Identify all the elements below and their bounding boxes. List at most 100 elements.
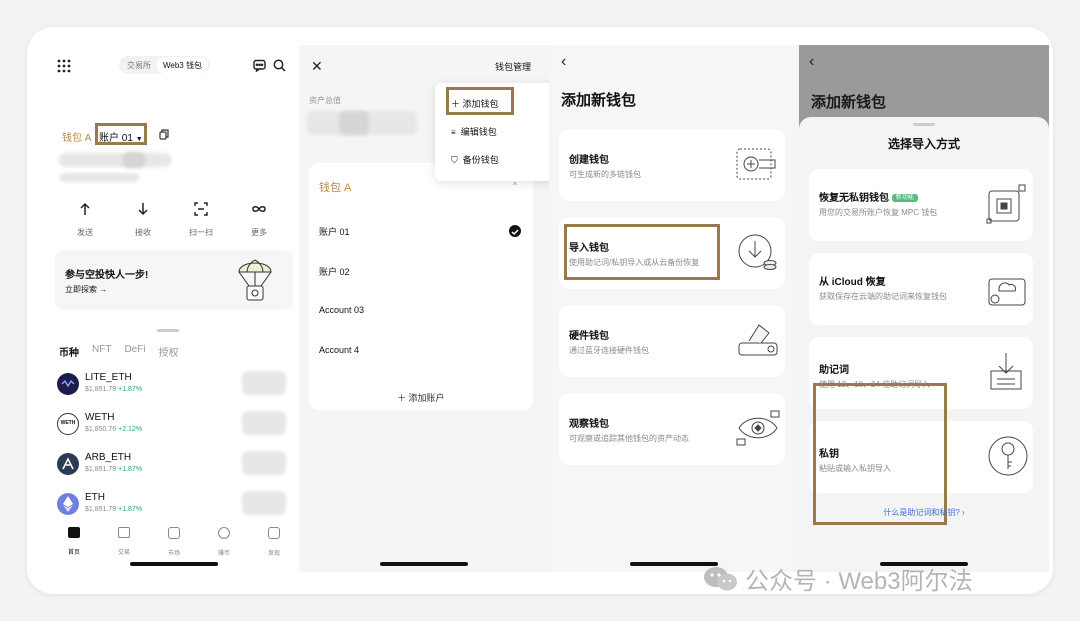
account-row-2[interactable]: 账户 02 [319,265,350,278]
edit-icon: ≡ [451,128,456,137]
token-price: $1,850.76 [85,426,117,433]
toggle-exchange[interactable]: 交易所 [121,60,157,71]
toggle-web3-wallet[interactable]: Web3 钱包 [157,56,208,74]
eth-token-icon [57,493,79,515]
back-icon[interactable]: ‹ [561,53,566,71]
wallet-management-screen: ✕ 钱包管理 资产总值 钱包 A ^ 账户 01 账户 02 Account 0… [299,45,549,572]
add-account-button[interactable]: ＋ 添加账户 [397,391,445,404]
weth-token-icon: WETH [57,413,79,435]
list-item[interactable]: LITE_ETH $1,851.79 +1.87% [57,369,297,403]
account-row-3[interactable]: Account 03 [319,305,364,315]
token-balance-blurred [242,451,286,475]
account-highlight-box [95,123,147,145]
list-item[interactable]: ARB_ETH $1,851.79 +1.87% [57,449,297,483]
option-hardware-wallet[interactable]: 硬件钱包 通过蓝牙连接硬件钱包 [559,305,785,377]
nav-discover[interactable]: 发现 [254,525,294,557]
wechat-icon [704,566,737,590]
option-create-wallet[interactable]: 创建钱包 可生成新的多链钱包 [559,129,785,201]
background-title: 添加新钱包 [811,94,887,111]
list-item[interactable]: WETH WETH $1,850.76 +2.12% [57,409,297,443]
token-name: WETH [85,412,115,423]
create-wallet-icon [735,145,777,183]
send-button[interactable]: 发送 [61,197,109,240]
sheet-handle [913,123,935,126]
token-price: $1,851.79 [85,386,117,393]
arrow-down-icon [138,203,148,216]
scan-icon [194,202,208,216]
mode-toggle: 交易所 Web3 钱包 [119,56,210,74]
wallet-name[interactable]: 钱包 A [319,179,351,195]
token-balance-blurred [242,491,286,515]
scan-button[interactable]: 扫一扫 [177,197,225,240]
receive-button[interactable]: 接收 [119,197,167,240]
token-change: +2.12% [118,426,143,433]
back-icon[interactable]: ‹ [809,53,814,71]
token-change: +1.87% [118,466,143,473]
action-row: 发送 接收 扫一扫 更多 [49,197,299,245]
airdrop-banner[interactable]: 参与空投快人一步! 立即探索 → [55,250,293,310]
account-row-1[interactable]: 账户 01 [319,225,350,238]
tab-defi[interactable]: DeFi [124,344,145,359]
menu-item-edit-wallet[interactable]: ≡ 编辑钱包 [451,125,497,138]
hardware-wallet-icon [735,319,781,361]
close-icon[interactable]: ✕ [311,58,323,75]
menu-item-backup-wallet[interactable]: ⛉ 备份钱包 [451,153,499,166]
keyless-wallet-icon [985,183,1027,225]
nav-earn[interactable]: 赚币 [204,525,244,557]
search-icon[interactable] [273,59,286,72]
tab-coins[interactable]: 币种 [59,344,79,359]
more-button[interactable]: 更多 [235,197,283,240]
chevron-up-icon[interactable]: ^ [513,181,517,190]
sheet-title: 选择导入方式 [887,137,960,151]
arbitrum-token-icon [57,453,79,475]
key-icon [987,435,1029,477]
nav-home[interactable]: 首页 [54,525,94,556]
account-row-4[interactable]: Account 4 [319,345,359,355]
wallet-card: 钱包 A ^ 账户 01 账户 02 Account 03 Account 4 … [309,163,533,410]
new-feature-badge: 新功能 [891,194,918,202]
option-watch-wallet[interactable]: 观察钱包 可观察或追踪其他钱包的资产动态 [559,393,785,465]
home-indicator [380,562,468,566]
wallet-management-label[interactable]: 钱包管理 [495,60,531,73]
copy-icon[interactable] [159,129,169,140]
wallet-name-label[interactable]: 钱包 A [62,129,91,144]
token-change: +1.87% [118,386,143,393]
lite-eth-token-icon [57,373,79,395]
message-icon[interactable] [253,59,266,72]
token-name: ARB_ETH [85,452,132,463]
tab-approvals[interactable]: 授权 [159,344,179,359]
arrow-up-icon [80,202,90,215]
plus-icon: ＋ [397,393,407,403]
bottom-nav: 首页 交易 市场 赚币 发现 [49,525,299,557]
shield-icon: ⛉ [451,155,458,165]
home-icon [68,527,80,538]
mnemonic-privatekey-highlight-box [813,383,947,525]
page-title: 添加新钱包 [561,92,637,109]
sheet-handle [157,329,179,332]
nav-trade[interactable]: 交易 [104,525,144,556]
screenshot-card: 交易所 Web3 钱包 钱包 A 账户 01 ▼ 发送 接收 扫一扫 更多 参与… [27,27,1053,594]
nav-market[interactable]: 市场 [154,525,194,557]
help-link[interactable]: 什么是助记词和私钥? › [799,507,1049,518]
tab-nft[interactable]: NFT [92,344,111,359]
total-assets-label: 资产总值 [309,96,341,105]
banner-link[interactable]: 立即探索 → [65,284,107,295]
trade-icon [118,527,130,538]
option-mpc-recovery[interactable]: 恢复无私钥钱包 新功能 用您的交易所账户恢复 MPC 钱包 [809,169,1033,241]
total-assets-blurred-dark [339,111,369,135]
token-change: +1.87% [118,506,143,513]
import-method-screen: ‹ 添加新钱包 选择导入方式 恢复无私钥钱包 新功能 用您的交易所账户恢复 MP… [799,45,1049,572]
option-icloud-recovery[interactable]: 从 iCloud 恢复 获取保存在云端的助记词来恢复钱包 [809,253,1033,325]
add-wallet-screen: ‹ 添加新钱包 创建钱包 可生成新的多链钱包 导入钱包 使用助记词/私钥导入或从… [549,45,799,572]
token-name: LITE_ETH [85,372,132,383]
watermark-text: 公众号 · Web3阿尔法 [745,568,973,594]
add-wallet-highlight-box [446,87,514,115]
mnemonic-inbox-icon [985,351,1027,393]
import-wallet-highlight-box [564,224,720,280]
check-icon [509,225,521,237]
token-balance-blurred [242,371,286,395]
pnl-blurred [59,173,139,182]
list-item[interactable]: ETH $1,851.79 +1.87% [57,489,297,523]
grid-menu-icon[interactable] [57,59,71,73]
infinity-icon [252,206,266,212]
